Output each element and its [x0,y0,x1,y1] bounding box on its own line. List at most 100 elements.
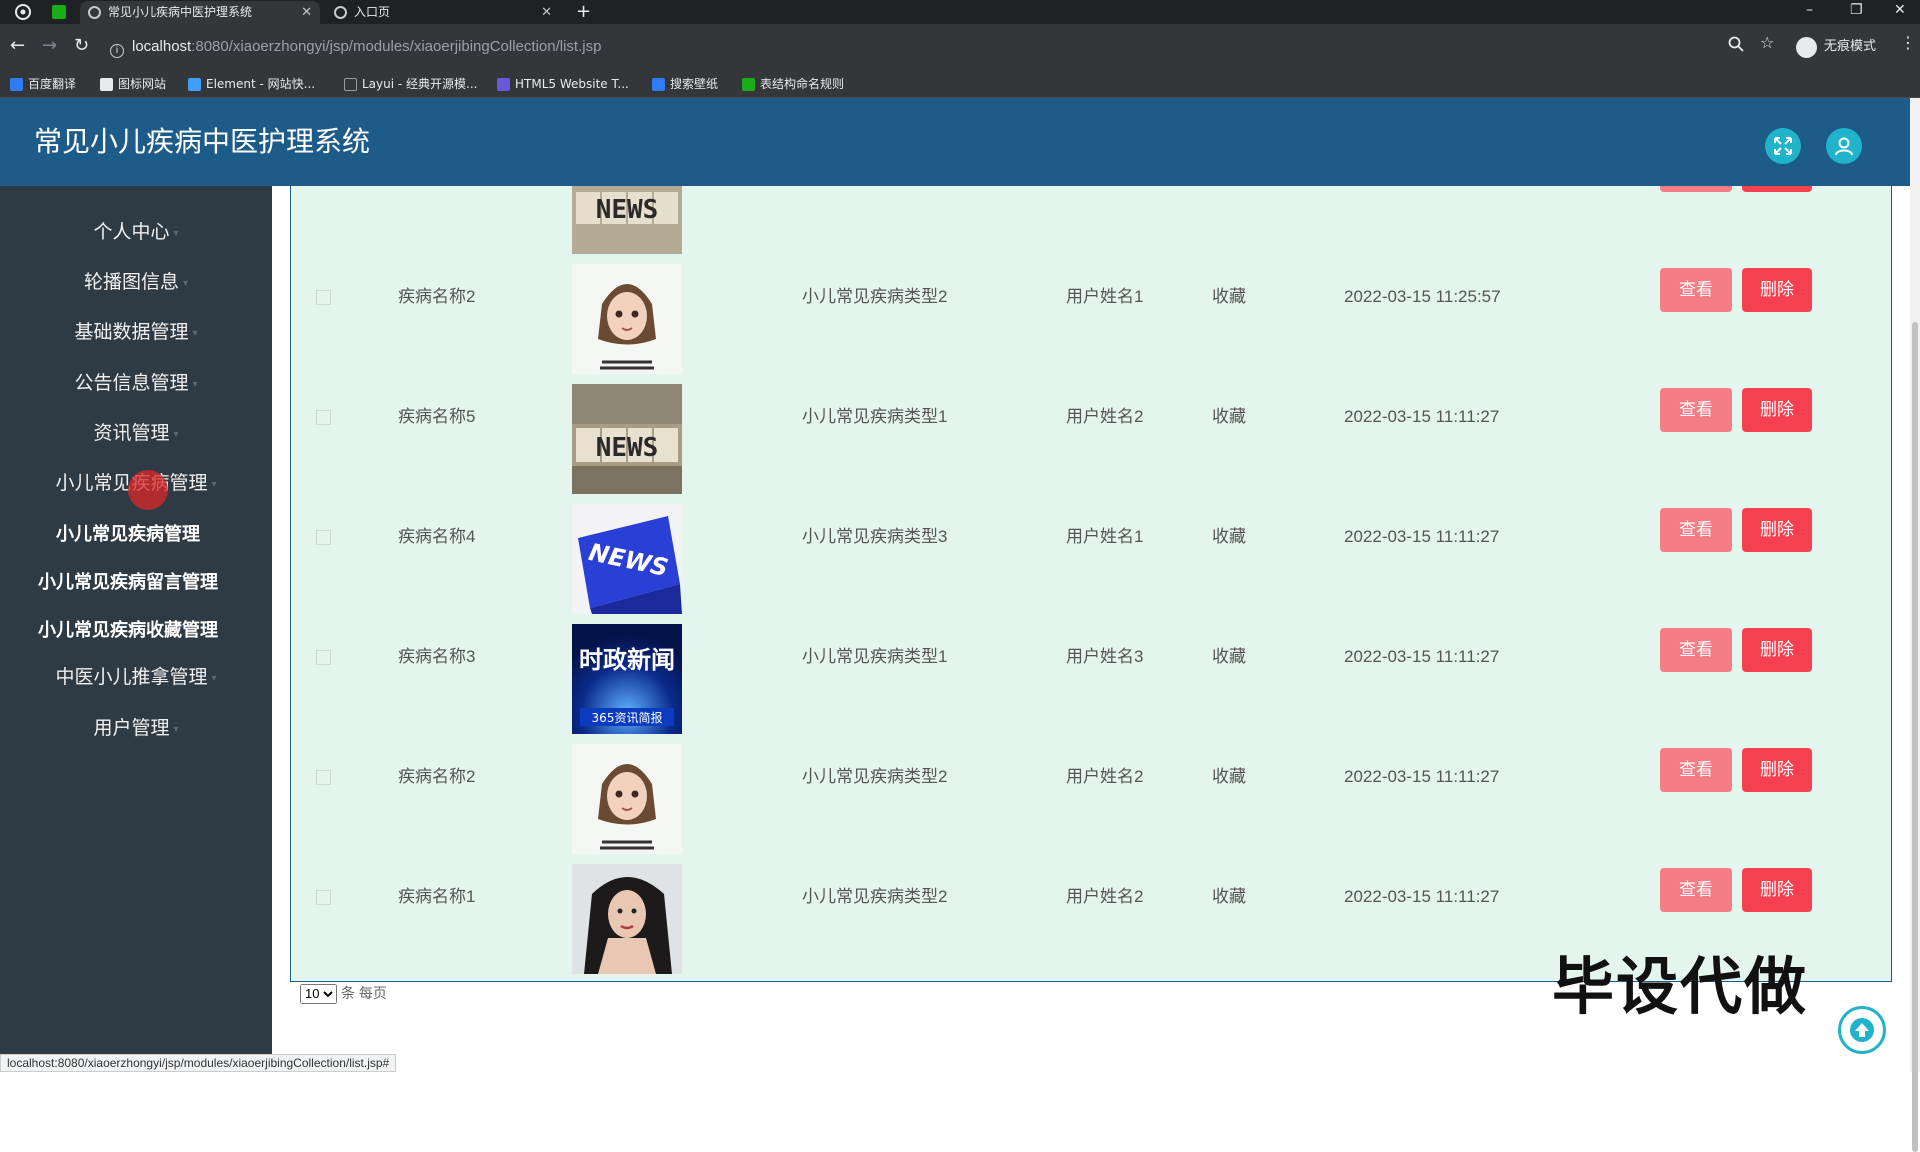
info-icon[interactable]: i [110,44,124,58]
submenu-item-diseases[interactable]: 小儿常见疾病管理 [0,522,256,546]
tab-system[interactable]: 常见小儿疾病中医护理系统 ✕ [80,1,320,24]
user-button[interactable] [1826,128,1862,164]
row-checkbox[interactable] [316,290,331,305]
translate-icon [10,78,23,91]
view-button[interactable]: 查看 [1660,388,1732,432]
row-checkbox[interactable] [316,770,331,785]
sidebar-item-carousel[interactable]: 轮播图信息 ▾ [0,270,272,297]
view-button[interactable]: 查看 [1660,508,1732,552]
submenu-item-comments[interactable]: 小儿常见疾病留言管理 [0,570,256,594]
submenu-item-collections[interactable]: 小儿常见疾病收藏管理 [0,618,256,642]
view-button[interactable]: 查看 [1660,628,1732,672]
sidebar-item-news[interactable]: 资讯管理 ▾ [0,421,272,448]
row-checkbox[interactable] [316,410,331,425]
zoom-icon[interactable] [1728,36,1744,56]
sidebar-item-label: 资讯管理 [93,423,170,444]
page-size-select[interactable]: 10 [300,983,337,1004]
delete-button[interactable]: 删除 [1742,508,1812,552]
bookmark-item[interactable]: 表结构命名规则 [742,76,844,92]
sheet-icon [742,78,755,91]
sidebar-item-massage[interactable]: 中医小儿推拿管理 ▾ [0,665,272,692]
minimize-icon[interactable]: – [1806,0,1813,20]
scroll-top-button[interactable] [1838,1006,1886,1054]
browser-logo-icon[interactable] [14,3,32,21]
sidebar-item-basic-data[interactable]: 基础数据管理 ▾ [0,320,272,347]
row-image-girl [572,744,682,854]
page-scrollbar[interactable] [1910,98,1920,1152]
bookmark-item[interactable]: HTML5 Website T... [497,76,629,92]
disease-type: 小儿常见疾病类型2 [802,767,948,786]
bookmark-label: 图标网站 [118,77,167,91]
bookmark-item[interactable]: 百度翻译 [10,76,76,92]
disease-name: 疾病名称2 [398,287,476,306]
chevron-down-icon: ▾ [173,228,179,239]
bookmark-label: 搜索壁纸 [670,77,719,91]
menu-dots-icon[interactable]: ⋮ [1900,33,1916,52]
view-button[interactable]: 查看 [1660,268,1732,312]
view-button[interactable]: 查看 [1660,748,1732,792]
scrollbar-thumb[interactable] [1912,322,1918,1152]
user-name: 用户姓名2 [1066,887,1144,906]
insert-time: 2022-03-15 11:25:57 [1344,287,1501,306]
row-checkbox[interactable] [316,890,331,905]
url-field[interactable]: i localhost:8080/xiaoerzhongyi/jsp/module… [110,34,601,60]
sidebar-item-label: 公告信息管理 [74,373,189,394]
sidebar-item-label: 个人中心 [93,222,170,243]
wallpaper-icon [652,78,665,91]
svg-text:NEWS: NEWS [596,433,659,463]
tab-entry[interactable]: 入口页 ✕ [326,1,560,24]
bookmark-item[interactable]: Element - 网站快... [188,76,315,92]
table-row: 疾病名称4 NEWS 小儿常见疾病类型3 用户姓名1 收藏 2022-03-15… [290,504,1892,624]
pinned-tab-icon[interactable] [50,3,68,21]
table-row: 疾病名称5 NEWS 小儿常见疾病类型1 用户姓名2 收藏 2022-03-15… [290,384,1892,504]
fullscreen-button[interactable] [1765,128,1801,164]
layui-icon [344,78,357,91]
bookmark-label: 百度翻译 [28,77,77,91]
delete-button[interactable]: 删除 [1742,268,1812,312]
bookmark-item[interactable]: 图标网站 [100,76,166,92]
view-button[interactable]: 查看 [1660,868,1732,912]
sidebar-item-label: 中医小儿推拿管理 [55,667,208,688]
reload-icon[interactable]: ↻ [74,36,89,56]
back-icon[interactable]: ← [10,36,25,56]
arrow-up-icon [1850,1018,1874,1042]
svg-text:NEWS: NEWS [596,195,659,225]
delete-button[interactable]: 删除 [1742,388,1812,432]
sidebar-item-personal[interactable]: 个人中心 ▾ [0,220,272,247]
globe-icon [334,6,347,19]
window-close-icon[interactable]: ✕ [1894,0,1906,20]
click-indicator [128,470,168,510]
close-icon[interactable]: ✕ [541,1,552,24]
status-bar-url: localhost:8080/xiaoerzhongyi/jsp/modules… [0,1054,397,1072]
row-image-woman-portrait [572,864,682,974]
bookmark-item[interactable]: Layui - 经典开源模... [344,76,477,92]
bookmark-label: 表结构命名规则 [760,77,845,91]
row-checkbox[interactable] [316,650,331,665]
new-tab-icon[interactable]: + [576,0,591,24]
bookmark-item[interactable]: 搜索壁纸 [652,76,718,92]
row-image-politics-news: 时政新闻 365资讯简报 [572,624,682,734]
row-checkbox[interactable] [316,530,331,545]
sidebar-item-label: 基础数据管理 [74,322,189,343]
partial-view-button[interactable] [1660,186,1732,192]
insert-time: 2022-03-15 11:11:27 [1344,407,1500,426]
url-host: localhost [132,38,192,55]
user-name: 用户姓名1 [1066,527,1144,546]
sidebar-item-notice[interactable]: 公告信息管理 ▾ [0,371,272,398]
delete-button[interactable]: 删除 [1742,628,1812,672]
bookmarks-bar: 百度翻译 图标网站 Element - 网站快... Layui - 经典开源模… [0,70,1920,98]
close-icon[interactable]: ✕ [301,1,312,24]
delete-button[interactable]: 删除 [1742,748,1812,792]
incognito-indicator[interactable]: 无痕模式 [1796,34,1876,60]
restore-icon[interactable]: ❐ [1850,0,1863,20]
collection-type: 收藏 [1212,767,1246,786]
disease-type: 小儿常见疾病类型2 [802,287,948,306]
table-row: 疾病名称3 时政新闻 365资讯简报 小儿常见疾病类型1 用户姓名3 收藏 202… [290,624,1892,744]
forward-icon[interactable]: → [42,36,57,56]
chevron-down-icon: ▾ [192,328,198,339]
partial-delete-button[interactable] [1742,186,1812,192]
insert-time: 2022-03-15 11:11:27 [1344,647,1500,666]
delete-button[interactable]: 删除 [1742,868,1812,912]
sidebar-item-users[interactable]: 用户管理 ▾ [0,716,272,743]
star-icon[interactable]: ☆ [1760,33,1774,52]
